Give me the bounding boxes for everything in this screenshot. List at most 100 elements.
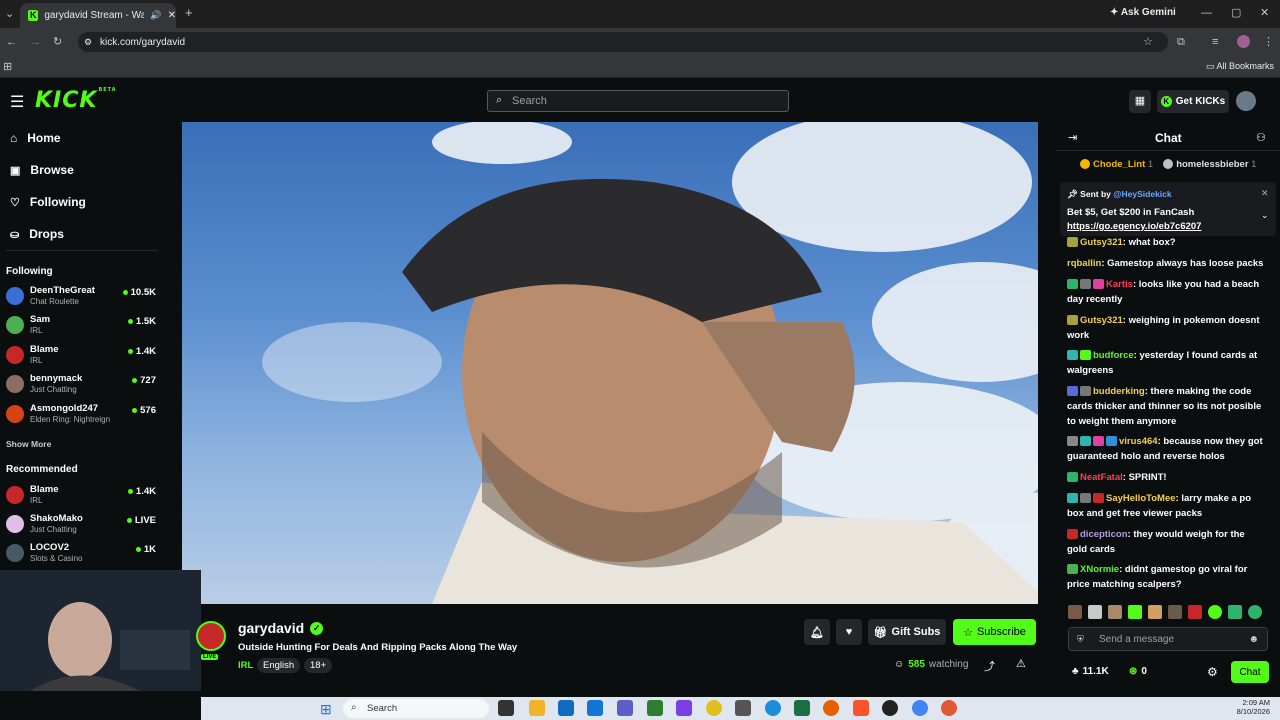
- emote-icon[interactable]: [1108, 605, 1122, 619]
- outlook-icon[interactable]: [587, 700, 603, 716]
- gift-subs-button[interactable]: 🎁︎ Gift Subs: [868, 619, 946, 645]
- send-chat-button[interactable]: Chat: [1231, 661, 1269, 683]
- chat-username[interactable]: dicepticon: [1080, 529, 1128, 540]
- taskbar-search[interactable]: ⌕ Search: [343, 699, 489, 718]
- chat-users-icon[interactable]: ⚇: [1256, 131, 1266, 144]
- collapse-chat-icon[interactable]: ⇥: [1068, 131, 1077, 144]
- app-icon[interactable]: [765, 700, 781, 716]
- nav-following[interactable]: ♡ Following: [10, 195, 86, 209]
- extensions-icon[interactable]: ⧉: [1177, 35, 1185, 49]
- store-icon[interactable]: [558, 700, 574, 716]
- recommended-channel[interactable]: LOCOV2 Slots & Casino 1K: [6, 542, 156, 570]
- chat-username[interactable]: budforce: [1093, 350, 1134, 361]
- chat-message[interactable]: Gutsy321: weighing in pokemon doesnt wor…: [1067, 313, 1267, 343]
- chat-username[interactable]: virus464: [1119, 436, 1158, 447]
- chat-username[interactable]: SayHelloToMee: [1106, 493, 1176, 504]
- app-icon[interactable]: [676, 700, 692, 716]
- chat-message[interactable]: Gutsy321: what box?: [1067, 235, 1267, 250]
- tag-english[interactable]: English: [257, 658, 301, 673]
- media-control-icon[interactable]: ≡: [1212, 35, 1218, 49]
- get-kicks-button[interactable]: K Get KICKs: [1157, 90, 1229, 113]
- obs-icon[interactable]: [882, 700, 898, 716]
- unpin-icon[interactable]: ✕: [1261, 188, 1269, 199]
- notifications-button[interactable]: 🔔︎: [804, 619, 830, 645]
- emote-icon[interactable]: [1128, 605, 1142, 619]
- kick-logo[interactable]: KICKBETA: [35, 87, 117, 113]
- new-tab-icon[interactable]: +: [185, 6, 193, 20]
- emote-icon[interactable]: [1248, 605, 1262, 619]
- app-icon[interactable]: [735, 700, 751, 716]
- streamer-name[interactable]: garydavid: [238, 620, 304, 636]
- kicks-balance[interactable]: ♣ 11.1K: [1072, 666, 1109, 677]
- chat-message[interactable]: budforce: yesterday I found cards at wal…: [1067, 348, 1267, 378]
- following-channel[interactable]: Blame IRL 1.4K: [6, 344, 156, 372]
- report-icon[interactable]: ⚠: [1016, 657, 1026, 670]
- channel-points[interactable]: ⊛ 0: [1129, 666, 1147, 677]
- tag-18plus[interactable]: 18+: [304, 658, 333, 673]
- follow-button[interactable]: ♥: [836, 619, 862, 645]
- brave-icon[interactable]: [853, 700, 869, 716]
- minimize-icon[interactable]: —: [1201, 6, 1212, 20]
- streamer-avatar[interactable]: [196, 621, 226, 651]
- following-channel[interactable]: Sam IRL 1.5K: [6, 314, 156, 342]
- chat-username[interactable]: Kartis: [1106, 279, 1133, 290]
- chat-settings-icon[interactable]: ⚙: [1207, 665, 1218, 679]
- emote-icon[interactable]: [1088, 605, 1102, 619]
- all-bookmarks-button[interactable]: ▭ All Bookmarks: [1206, 61, 1274, 72]
- chat-username[interactable]: rqballin: [1067, 258, 1101, 269]
- windows-start-icon[interactable]: ⊞: [320, 701, 332, 718]
- video-player[interactable]: [182, 122, 1038, 604]
- recommended-channel[interactable]: Blame IRL 1.4K: [6, 484, 156, 512]
- tab-audio-icon[interactable]: 🔊: [150, 10, 161, 21]
- chrome-icon[interactable]: [912, 700, 928, 716]
- system-clock[interactable]: 2:09 AM 8/10/2026: [1234, 698, 1270, 716]
- top-gifter[interactable]: homelessbieber 1: [1163, 159, 1256, 170]
- excel-icon[interactable]: [794, 700, 810, 716]
- chat-settings-shield-icon[interactable]: ⛨: [1077, 634, 1084, 645]
- app-icon[interactable]: [647, 700, 663, 716]
- app-icon[interactable]: [706, 700, 722, 716]
- emote-icon[interactable]: [1208, 605, 1222, 619]
- site-info-icon[interactable]: ⚙: [84, 37, 92, 48]
- emote-icon[interactable]: [1228, 605, 1242, 619]
- pinned-link[interactable]: https://go.egency.io/eb7c6207: [1067, 221, 1201, 232]
- stream-category-link[interactable]: IRL: [238, 660, 253, 671]
- share-icon[interactable]: ⤴: [984, 658, 995, 674]
- expand-chevron-icon[interactable]: ⌄: [1261, 210, 1269, 221]
- file-explorer-icon[interactable]: [529, 700, 545, 716]
- forward-icon[interactable]: →: [30, 35, 41, 49]
- pinned-message[interactable]: 📌︎ Sent by @HeySidekick Bet $5, Get $200…: [1060, 182, 1276, 236]
- show-more-link[interactable]: Show More: [6, 439, 51, 449]
- top-gifter[interactable]: Chode_Lint 1: [1080, 159, 1153, 170]
- back-icon[interactable]: ←: [6, 35, 17, 49]
- tab-list-icon[interactable]: ⌄: [5, 7, 14, 21]
- chat-message[interactable]: dicepticon: they would weigh for the gol…: [1067, 527, 1267, 557]
- chat-username[interactable]: Gutsy321: [1080, 237, 1123, 248]
- emote-icon[interactable]: [1188, 605, 1202, 619]
- chat-message[interactable]: virus464: because now they got guarantee…: [1067, 434, 1267, 464]
- reload-icon[interactable]: ↻: [53, 35, 62, 49]
- following-channel[interactable]: bennymack Just Chatting 727: [6, 373, 156, 401]
- nav-home[interactable]: ⌂ Home: [10, 131, 61, 145]
- emoji-picker-icon[interactable]: ☻: [1248, 634, 1259, 645]
- ask-gemini-button[interactable]: ✦ Ask Gemini: [1110, 7, 1176, 18]
- task-view-icon[interactable]: [498, 700, 514, 716]
- search-input[interactable]: ⌕ Search: [487, 90, 789, 112]
- url-field[interactable]: ⚙ kick.com/garydavid: [78, 32, 1168, 52]
- chat-username[interactable]: NeatFatal: [1080, 472, 1123, 483]
- nav-drops[interactable]: ⛀ Drops: [10, 227, 64, 241]
- chat-message-input[interactable]: ⛨ Send a message ☻: [1068, 627, 1268, 651]
- emote-icon[interactable]: [1068, 605, 1082, 619]
- tab-close-icon[interactable]: ✕: [168, 10, 176, 21]
- chat-message[interactable]: Kartis: looks like you had a beach day r…: [1067, 277, 1267, 307]
- following-channel[interactable]: Asmongold247 Elden Ring: Nightreign 576: [6, 403, 156, 431]
- chat-username[interactable]: XNormie: [1080, 564, 1119, 575]
- chat-message[interactable]: XNormie: didnt gamestop go viral for pri…: [1067, 562, 1267, 592]
- firefox-icon[interactable]: [823, 700, 839, 716]
- chat-message[interactable]: budderking: there making the code cards …: [1067, 384, 1267, 429]
- window-close-icon[interactable]: ✕: [1260, 6, 1269, 20]
- maximize-icon[interactable]: ▢: [1231, 6, 1241, 20]
- hamburger-menu-icon[interactable]: ☰: [10, 92, 24, 112]
- emote-icon[interactable]: [1148, 605, 1162, 619]
- user-avatar[interactable]: [1236, 91, 1256, 111]
